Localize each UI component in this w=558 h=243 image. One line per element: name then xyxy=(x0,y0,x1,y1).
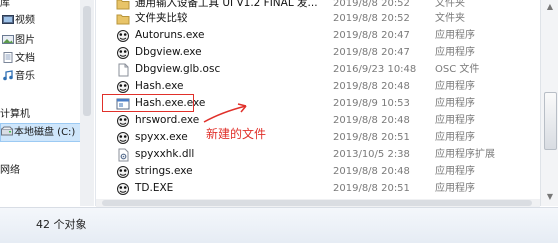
file-date: 2013/10/5 2:38 xyxy=(333,149,410,160)
file-type: 应用程序 xyxy=(435,132,475,143)
nav-item-label: 本地磁盘 (C:) xyxy=(14,127,76,138)
file-type: OSC 文件 xyxy=(435,64,480,75)
new-file-highlight-box xyxy=(102,94,194,112)
file-icon xyxy=(118,63,129,77)
exe-icon xyxy=(117,115,129,127)
file-name: Autoruns.exe xyxy=(135,29,205,41)
file-date: 2019/8/9 10:53 xyxy=(333,98,410,109)
file-type: 应用程序扩展 xyxy=(435,149,495,160)
file-date: 2019/8/8 20:47 xyxy=(333,30,410,41)
file-row[interactable]: Autoruns.exe 2019/8/8 20:47 应用程序 xyxy=(104,27,534,44)
file-type: 应用程序 xyxy=(435,115,475,126)
file-list-scrollbar-thumb[interactable] xyxy=(544,92,557,150)
file-row[interactable]: Dbgview.exe 2019/8/8 20:47 应用程序 xyxy=(104,44,534,61)
file-date: 2019/8/8 20:48 xyxy=(333,166,410,177)
nav-item-documents[interactable]: 文档 xyxy=(2,50,35,68)
exe-icon xyxy=(117,30,129,42)
file-name: Hash.exe xyxy=(135,80,184,92)
file-date: 2016/9/23 10:48 xyxy=(333,64,417,75)
nav-item-label: 网络 xyxy=(0,165,20,176)
scroll-up-arrow-icon[interactable]: ▲ xyxy=(545,2,555,12)
file-name: Dbgview.exe xyxy=(135,46,202,58)
navigation-pane: 库 视频 图片 文档 音乐 计算机 本地磁盘 (C:) 网络 xyxy=(0,0,96,206)
file-name: TD.EXE xyxy=(135,182,174,194)
dll-icon xyxy=(118,148,129,162)
file-row[interactable]: hrsword.exe 2019/8/8 20:48 应用程序 xyxy=(104,112,534,129)
file-row[interactable]: spyxxhk.dll 2013/10/5 2:38 应用程序扩展 xyxy=(104,146,534,163)
file-type: 应用程序 xyxy=(435,183,475,194)
file-type: 应用程序 xyxy=(435,47,475,58)
file-row[interactable]: strings.exe 2019/8/8 20:48 应用程序 xyxy=(104,163,534,180)
exe-icon xyxy=(117,81,129,93)
folder-icon xyxy=(116,14,130,25)
nav-item-label: 计算机 xyxy=(0,109,30,120)
file-name: spyxxhk.dll xyxy=(135,148,195,160)
file-date: 2019/8/8 20:48 xyxy=(333,81,410,92)
scroll-down-arrow-icon[interactable]: ▼ xyxy=(545,192,555,202)
local-disk-icon xyxy=(1,126,13,136)
nav-item-label: 文档 xyxy=(15,53,35,64)
file-type: 应用程序 xyxy=(435,81,475,92)
file-row[interactable]: Hash.exe 2019/8/8 20:48 应用程序 xyxy=(104,78,534,95)
nav-scrollbar-thumb[interactable] xyxy=(83,6,91,116)
nav-vertical-scrollbar[interactable] xyxy=(80,0,94,206)
file-row[interactable]: 文件夹比较 2019/8/8 20:52 文件夹 xyxy=(104,10,534,27)
nav-item-label: 库 xyxy=(0,0,10,9)
nav-item-label: 图片 xyxy=(15,35,35,46)
exe-icon xyxy=(117,132,129,144)
nav-item-videos[interactable]: 视频 xyxy=(2,12,35,30)
nav-item-computer[interactable]: 计算机 xyxy=(0,106,30,124)
file-date: 2019/8/8 20:47 xyxy=(333,47,410,58)
file-date: 2019/8/8 20:51 xyxy=(333,132,410,143)
nav-item-pictures[interactable]: 图片 xyxy=(2,32,35,50)
file-name: spyxx.exe xyxy=(135,131,188,143)
horizontal-scrollbar-thumb[interactable] xyxy=(102,200,532,206)
item-count: 42 个对象 xyxy=(36,218,87,231)
nav-item-network[interactable]: 网络 xyxy=(0,162,20,180)
status-bar: 42 个对象 xyxy=(0,207,558,243)
file-row[interactable]: TD.EXE 2019/8/8 20:51 应用程序 xyxy=(104,180,534,197)
file-date: 2019/8/8 20:52 xyxy=(333,13,410,24)
file-name: strings.exe xyxy=(135,165,193,177)
file-list-vertical-scrollbar[interactable]: ▲ ▼ xyxy=(540,0,558,206)
file-row[interactable]: Dbgview.glb.osc 2016/9/23 10:48 OSC 文件 xyxy=(104,61,534,78)
file-type: 应用程序 xyxy=(435,166,475,177)
file-name: Dbgview.glb.osc xyxy=(135,63,221,75)
file-name: 文件夹比较 xyxy=(135,12,188,24)
exe-icon xyxy=(117,183,129,195)
music-library-icon xyxy=(3,70,13,81)
file-type: 应用程序 xyxy=(435,30,475,41)
exe-icon xyxy=(117,166,129,178)
file-type: 文件夹 xyxy=(435,13,465,24)
file-date: 2019/8/8 20:51 xyxy=(333,183,410,194)
pictures-library-icon xyxy=(2,35,14,44)
nav-item-label: 音乐 xyxy=(15,71,35,82)
documents-library-icon xyxy=(3,52,13,63)
file-date: 2019/8/8 20:48 xyxy=(333,115,410,126)
file-list-horizontal-scrollbar[interactable] xyxy=(96,199,540,207)
file-type: 应用程序 xyxy=(435,98,475,109)
video-library-icon xyxy=(2,15,14,24)
file-row[interactable]: spyxx.exe 2019/8/8 20:51 应用程序 xyxy=(104,129,534,146)
new-file-annotation: 新建的文件 xyxy=(206,127,267,141)
exe-icon xyxy=(117,47,129,59)
nav-item-music[interactable]: 音乐 xyxy=(2,68,35,86)
nav-item-label: 视频 xyxy=(15,15,35,26)
